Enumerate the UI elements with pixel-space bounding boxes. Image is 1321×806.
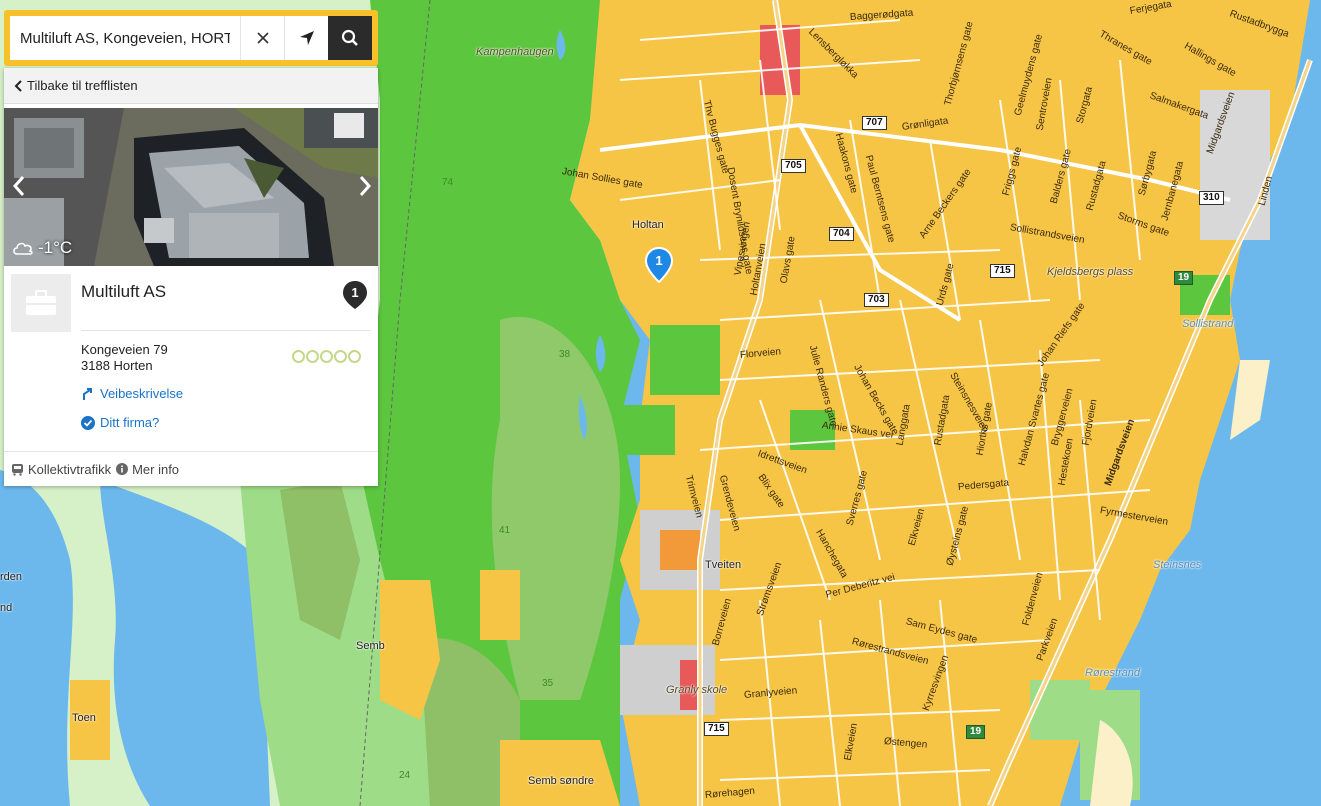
navigation-arrow-icon xyxy=(299,31,314,45)
more-info-label: Mer info xyxy=(132,461,180,477)
elevation-label: 24 xyxy=(399,770,411,781)
place-label: Holtan xyxy=(632,219,664,231)
place-label: Semb xyxy=(356,640,385,652)
directions-link[interactable]: Veibeskrivelse xyxy=(81,386,183,401)
result-number-badge: 1 xyxy=(342,280,368,315)
elevation-label: 38 xyxy=(559,349,571,360)
road-number: 705 xyxy=(781,159,806,173)
address-street: Kongeveien 79 xyxy=(81,342,168,357)
chevron-right-icon xyxy=(359,176,372,196)
rating-star xyxy=(292,350,305,363)
panel-footer: Kollektivtrafikk Mer info xyxy=(4,451,378,486)
place-label: nd xyxy=(0,602,13,614)
search-button[interactable] xyxy=(328,16,372,60)
road-number: 19 xyxy=(966,725,986,739)
road-number: 704 xyxy=(829,227,854,241)
place-label: Semb søndre xyxy=(528,775,595,787)
rating-star xyxy=(306,350,319,363)
chevron-left-icon xyxy=(12,176,25,196)
chevron-left-icon xyxy=(14,79,22,92)
more-info-link[interactable]: Mer info xyxy=(116,462,179,477)
back-label: Tilbake til trefflisten xyxy=(27,78,138,93)
elevation-label: 74 xyxy=(442,177,454,188)
elevation-label: 41 xyxy=(499,525,511,536)
road-number: 19 xyxy=(1174,271,1194,285)
close-icon xyxy=(256,32,269,44)
elevation-label: 35 xyxy=(542,678,554,689)
road-number: 703 xyxy=(864,293,889,307)
cloud-icon xyxy=(13,242,33,255)
locate-me-button[interactable] xyxy=(284,16,328,60)
badge-number: 1 xyxy=(351,285,359,300)
business-name: Multiluft AS xyxy=(81,282,167,301)
place-label: rden xyxy=(0,571,23,583)
search-bar xyxy=(4,10,378,66)
map-marker[interactable]: 1 xyxy=(644,246,674,284)
business-logo-placeholder xyxy=(11,274,71,332)
rating-star xyxy=(334,350,347,363)
transit-label: Kollektivtrafikk xyxy=(28,461,112,477)
transit-link[interactable]: Kollektivtrafikk xyxy=(11,462,111,477)
search-inner xyxy=(10,16,372,60)
claim-business-link[interactable]: Ditt firma? xyxy=(81,415,159,430)
info-icon xyxy=(116,463,129,475)
weather-widget: -1°C xyxy=(12,238,72,258)
search-icon xyxy=(341,29,358,46)
place-label: Kampenhaugen xyxy=(476,46,554,58)
aerial-photo[interactable]: -1°C xyxy=(4,108,378,266)
place-label: Rørestrand xyxy=(1085,667,1141,679)
road-number: 310 xyxy=(1199,191,1224,205)
briefcase-icon xyxy=(26,290,56,315)
photo-next-button[interactable] xyxy=(350,166,378,206)
photo-prev-button[interactable] xyxy=(4,166,34,206)
address-postal: 3188 Horten xyxy=(81,358,153,373)
road-number: 715 xyxy=(990,264,1015,278)
place-label: Steinsnes xyxy=(1153,559,1202,571)
result-panel: Tilbake til trefflisten -1°C Multiluft A… xyxy=(4,68,378,486)
claim-label: Ditt firma? xyxy=(100,415,160,430)
rating-star xyxy=(348,350,361,363)
rating-stars[interactable] xyxy=(292,350,361,363)
rating-star xyxy=(320,350,333,363)
weather-temperature: -1°C xyxy=(38,238,73,257)
clear-search-button[interactable] xyxy=(240,16,284,60)
place-label: Kjeldsbergs plass xyxy=(1047,266,1134,278)
search-input[interactable] xyxy=(10,16,240,60)
directions-label: Veibeskrivelse xyxy=(100,386,184,401)
place-label: Sollistrand xyxy=(1182,318,1234,330)
check-circle-icon xyxy=(81,415,95,430)
directions-icon xyxy=(83,387,92,400)
road-number: 707 xyxy=(862,116,887,130)
bus-icon xyxy=(12,463,23,476)
marker-number: 1 xyxy=(655,253,663,268)
divider xyxy=(81,330,371,331)
back-to-results-link[interactable]: Tilbake til trefflisten xyxy=(4,68,378,104)
road-number: 715 xyxy=(704,722,729,736)
place-label: Tveiten xyxy=(705,559,742,571)
place-label: Toen xyxy=(72,712,96,724)
place-label: Granly skole xyxy=(666,684,728,696)
